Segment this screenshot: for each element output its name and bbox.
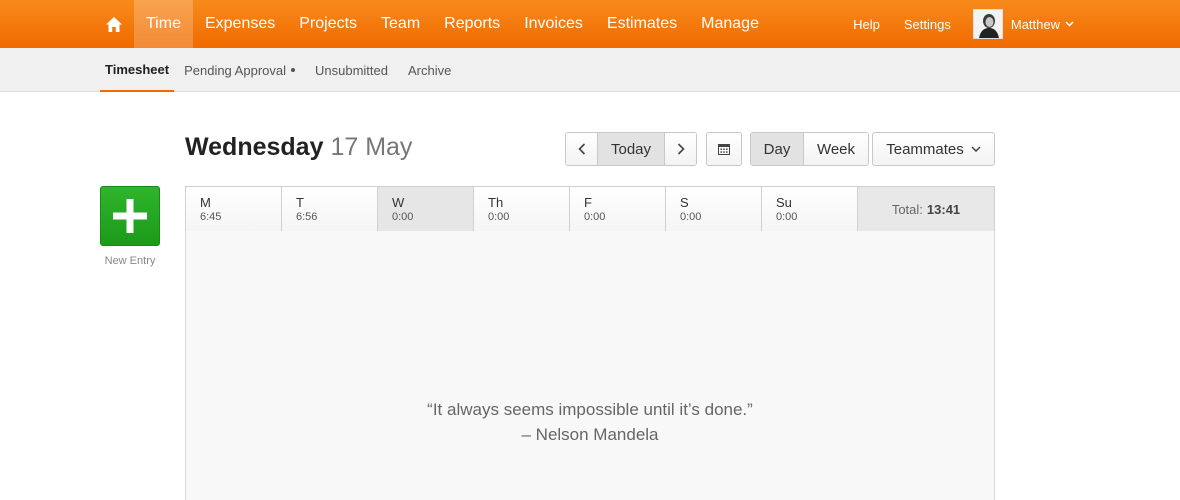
title-day: Wednesday	[185, 133, 324, 161]
day-name: W	[392, 195, 405, 210]
view-toggle: Day Week	[750, 132, 869, 166]
day-name: Th	[488, 195, 504, 210]
day-total: 0:00	[488, 211, 510, 223]
day-total: 0:00	[392, 211, 414, 223]
week-bar: M 6:45 T 6:56 W 0:00 Th 0:00 F 0:00 S 0:…	[185, 186, 995, 232]
nav-invoices[interactable]: Invoices	[512, 0, 595, 48]
date-navigator: Today	[565, 132, 697, 166]
new-entry-label: New Entry	[104, 255, 156, 267]
plus-icon	[113, 199, 147, 233]
settings-link[interactable]: Settings	[892, 17, 963, 32]
nav-projects[interactable]: Projects	[287, 0, 369, 48]
tab-label: Pending Approval	[184, 62, 286, 78]
week-total: Total: 13:41	[858, 187, 994, 231]
pending-dot-icon	[291, 68, 295, 72]
main-nav: Time Expenses Projects Team Reports Invo…	[134, 0, 771, 48]
day-name: T	[296, 195, 304, 210]
chevron-left-icon	[577, 143, 585, 155]
teammates-label: Teammates	[886, 140, 964, 158]
day-tab-friday[interactable]: F 0:00	[570, 187, 666, 231]
day-tab-wednesday[interactable]: W 0:00	[378, 187, 474, 231]
nav-reports[interactable]: Reports	[432, 0, 512, 48]
day-name: F	[584, 195, 592, 210]
avatar	[972, 9, 1003, 39]
chevron-right-icon	[677, 143, 685, 155]
tab-archive[interactable]: Archive	[398, 48, 461, 92]
sub-nav: Timesheet Pending Approval Unsubmitted A…	[0, 48, 1180, 92]
chevron-down-icon	[1065, 21, 1074, 27]
day-tab-tuesday[interactable]: T 6:56	[282, 187, 378, 231]
home-button[interactable]	[94, 0, 134, 48]
day-tab-monday[interactable]: M 6:45	[186, 187, 282, 231]
day-tab-saturday[interactable]: S 0:00	[666, 187, 762, 231]
day-name: M	[200, 195, 211, 210]
prev-day-button[interactable]	[566, 133, 598, 165]
day-tab-thursday[interactable]: Th 0:00	[474, 187, 570, 231]
day-total: 0:00	[680, 211, 702, 223]
tab-timesheet[interactable]: Timesheet	[100, 48, 175, 92]
new-entry-button[interactable]	[100, 186, 160, 246]
calendar-button[interactable]	[706, 132, 742, 166]
day-name: Su	[776, 195, 792, 210]
empty-state-quote: “It always seems impossible until it’s d…	[185, 397, 995, 447]
quote-author: – Nelson Mandela	[521, 425, 659, 444]
nav-right: Help Settings Matthew	[841, 0, 1180, 48]
day-total: 6:45	[200, 211, 222, 223]
day-total: 0:00	[584, 211, 606, 223]
quote-text: “It always seems impossible until it’s d…	[427, 400, 753, 419]
week-total-value: 13:41	[926, 201, 961, 217]
timesheet-panel	[185, 231, 995, 500]
tab-unsubmitted[interactable]: Unsubmitted	[305, 48, 398, 92]
username: Matthew	[1010, 16, 1060, 32]
day-tab-sunday[interactable]: Su 0:00	[762, 187, 858, 231]
nav-team[interactable]: Team	[369, 0, 432, 48]
calendar-icon	[718, 144, 730, 155]
today-button[interactable]: Today	[598, 133, 665, 165]
nav-manage[interactable]: Manage	[689, 0, 771, 48]
teammates-dropdown[interactable]: Teammates	[872, 132, 995, 166]
user-photo-icon	[973, 10, 1002, 38]
nav-expenses[interactable]: Expenses	[193, 0, 287, 48]
day-name: S	[680, 195, 689, 210]
page-title: Wednesday 17 May	[185, 133, 412, 162]
week-total-label: Total:	[891, 201, 923, 217]
help-link[interactable]: Help	[841, 17, 892, 32]
title-date: 17 May	[330, 133, 413, 161]
day-view-button[interactable]: Day	[751, 133, 804, 165]
user-menu[interactable]: Matthew	[972, 9, 1074, 39]
day-total: 6:56	[296, 211, 318, 223]
home-icon	[106, 16, 122, 32]
next-day-button[interactable]	[665, 133, 696, 165]
tab-pending-approval[interactable]: Pending Approval	[174, 48, 305, 92]
top-nav: Time Expenses Projects Team Reports Invo…	[0, 0, 1180, 48]
nav-estimates[interactable]: Estimates	[595, 0, 689, 48]
nav-time[interactable]: Time	[134, 0, 193, 48]
day-total: 0:00	[776, 211, 798, 223]
chevron-down-icon	[971, 146, 981, 152]
week-view-button[interactable]: Week	[804, 133, 868, 165]
